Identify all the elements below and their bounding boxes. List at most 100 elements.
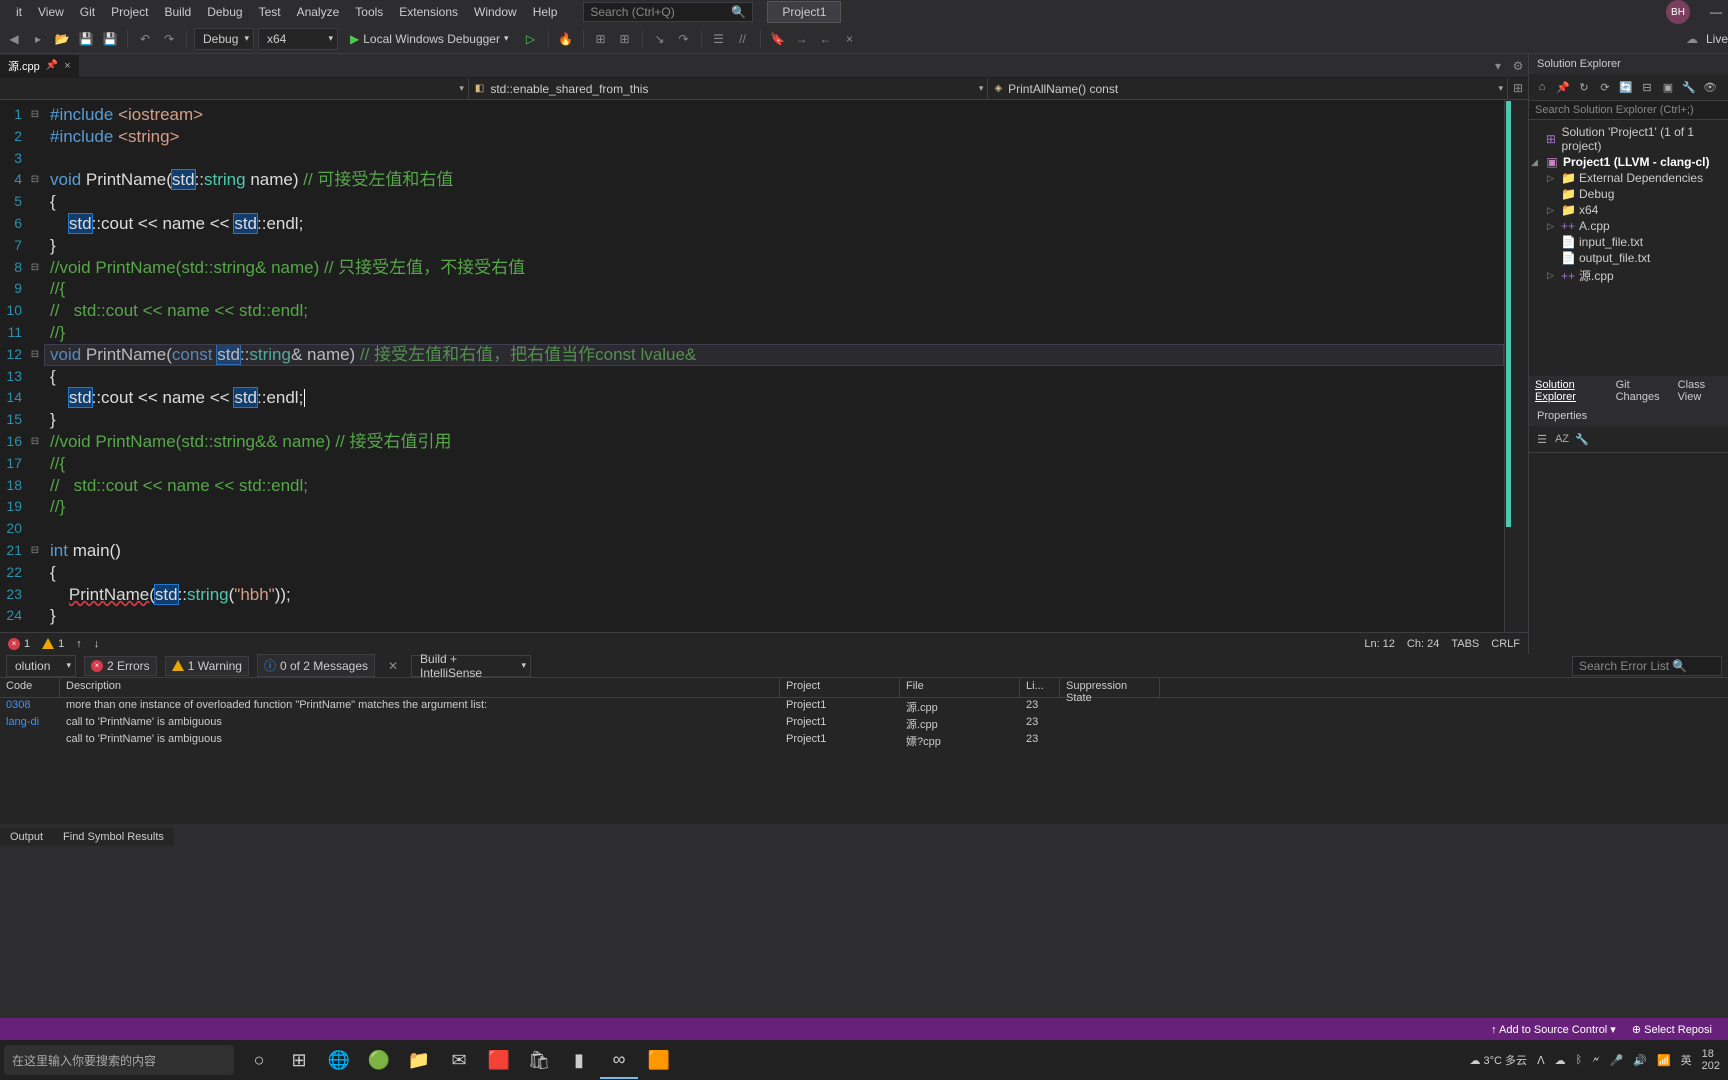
tree-node[interactable]: ▷📁External Dependencies <box>1531 170 1726 186</box>
menu-test[interactable]: Test <box>251 2 289 22</box>
solution-search[interactable]: Search Solution Explorer (Ctrl+;) <box>1529 101 1728 120</box>
tray-up-icon[interactable]: ᐱ <box>1537 1054 1545 1067</box>
weather-widget[interactable]: ☁ 3°C 多云 <box>1469 1052 1527 1068</box>
show-all-icon[interactable]: ▣ <box>1659 78 1677 96</box>
list-icon[interactable]: ☰ <box>709 29 729 49</box>
clock[interactable]: 18202 <box>1702 1048 1720 1072</box>
step-over-icon[interactable]: ↷ <box>674 29 694 49</box>
scrollbar-v[interactable] <box>1512 100 1528 632</box>
messages-badge[interactable]: ⓘ0 of 2 Messages <box>257 654 375 677</box>
save-icon[interactable]: 💾 <box>76 29 96 49</box>
close-tab-icon[interactable]: × <box>64 60 70 72</box>
nav-up-icon[interactable]: ↑ <box>76 638 82 650</box>
save-all-icon[interactable]: 💾 <box>100 29 120 49</box>
error-count[interactable]: ×1 <box>8 638 30 650</box>
start-debugging-button[interactable]: ▶ Local Windows Debugger ▾ <box>342 32 517 46</box>
side-tab[interactable]: Solution Explorer <box>1529 376 1610 406</box>
menu-it[interactable]: it <box>8 2 30 22</box>
errlist-col[interactable]: Description <box>60 678 780 697</box>
line-ending[interactable]: CRLF <box>1491 638 1520 650</box>
mail-icon[interactable]: ✉ <box>440 1041 478 1079</box>
errlist-col[interactable]: Suppression State <box>1060 678 1160 697</box>
properties-icon[interactable]: 🔧 <box>1680 78 1698 96</box>
project-selector[interactable]: Project1 <box>767 1 841 23</box>
platform-dropdown[interactable]: x64 <box>258 28 338 50</box>
toggle-icon[interactable]: ↻ <box>1575 78 1593 96</box>
undo-icon[interactable]: ↶ <box>135 29 155 49</box>
next-bookmark-icon[interactable]: → <box>792 29 812 49</box>
comment-icon[interactable]: // <box>733 29 753 49</box>
file-tab[interactable]: 源.cpp 📌 × <box>0 55 79 77</box>
menu-help[interactable]: Help <box>525 2 566 22</box>
errlist-col[interactable]: Project <box>780 678 900 697</box>
visualstudio-icon[interactable]: ∞ <box>600 1041 638 1079</box>
col-indicator[interactable]: Ch: 24 <box>1407 638 1439 650</box>
menu-analyze[interactable]: Analyze <box>289 2 348 22</box>
minimap[interactable] <box>1504 100 1512 632</box>
tree-node[interactable]: 📄input_file.txt <box>1531 234 1726 250</box>
edge-icon[interactable]: 🌐 <box>320 1041 358 1079</box>
battery-icon[interactable]: 🗲 <box>1592 1054 1599 1067</box>
explorer-icon[interactable]: 📁 <box>400 1041 438 1079</box>
add-source-control[interactable]: ↑ Add to Source Control ▾ <box>1483 1023 1624 1036</box>
scope-combo-3[interactable]: ◈PrintAllName() const <box>988 78 1508 99</box>
nav-back-icon[interactable]: ◀ <box>4 29 24 49</box>
errlist-scope-dropdown[interactable]: olution <box>6 655 76 677</box>
tab-settings-icon[interactable]: ⚙ <box>1508 56 1528 76</box>
errors-badge[interactable]: ×2 Errors <box>84 656 157 676</box>
menu-debug[interactable]: Debug <box>199 2 250 22</box>
tree-node[interactable]: 📄output_file.txt <box>1531 250 1726 266</box>
error-row[interactable]: call to 'PrintName' is ambiguousProject1… <box>0 732 1728 749</box>
menu-build[interactable]: Build <box>157 2 200 22</box>
code-editor[interactable]: 123456789101112131415161718192021222324 … <box>0 100 1528 632</box>
tree-node[interactable]: 📁Debug <box>1531 186 1726 202</box>
hot-reload-icon[interactable]: 🔥 <box>556 29 576 49</box>
error-row[interactable]: lang-dicall to 'PrintName' is ambiguousP… <box>0 715 1728 732</box>
scope-combo-2[interactable]: ◧std::enable_shared_from_this <box>469 78 989 99</box>
step-into-icon[interactable]: ↘ <box>650 29 670 49</box>
az-icon[interactable]: AZ <box>1553 430 1571 448</box>
home-icon[interactable]: ⌂ <box>1533 78 1551 96</box>
split-icon[interactable]: ⊞ <box>1508 78 1528 98</box>
wifi-icon[interactable]: 📶 <box>1657 1054 1671 1067</box>
side-tab[interactable]: Git Changes <box>1610 376 1672 406</box>
error-row[interactable]: 0308more than one instance of overloaded… <box>0 698 1728 715</box>
powerpoint-icon[interactable]: 🟧 <box>640 1041 678 1079</box>
cat-icon[interactable]: ☰ <box>1533 430 1551 448</box>
errlist-col[interactable]: Li... <box>1020 678 1060 697</box>
tree-node[interactable]: ▷++源.cpp <box>1531 266 1726 285</box>
terminal-icon[interactable]: ▮ <box>560 1041 598 1079</box>
collapse-icon[interactable]: ⊟ <box>1638 78 1656 96</box>
minimize-button[interactable]: — <box>1704 5 1728 19</box>
live-share-label[interactable]: Live <box>1706 32 1728 46</box>
chrome-icon[interactable]: 🟢 <box>360 1041 398 1079</box>
volume-icon[interactable]: 🔊 <box>1633 1054 1647 1067</box>
select-repo[interactable]: ⊕ Select Reposi <box>1624 1023 1720 1036</box>
office-icon[interactable]: 🟥 <box>480 1041 518 1079</box>
bookmark-icon[interactable]: 🔖 <box>768 29 788 49</box>
side-tab[interactable]: Class View <box>1672 376 1728 406</box>
line-indicator[interactable]: Ln: 12 <box>1364 638 1395 650</box>
pin-icon[interactable]: 📌 <box>46 60 58 71</box>
errlist-col[interactable]: Code <box>0 678 60 697</box>
sync-icon[interactable]: ⟳ <box>1596 78 1614 96</box>
preview-icon[interactable]: 👁 <box>1701 78 1719 96</box>
wrench-icon[interactable]: 🔧 <box>1573 430 1591 448</box>
menu-extensions[interactable]: Extensions <box>391 2 466 22</box>
prev-bookmark-icon[interactable]: ← <box>816 29 836 49</box>
menu-view[interactable]: View <box>30 2 72 22</box>
indent-mode[interactable]: TABS <box>1451 638 1479 650</box>
clear-bookmark-icon[interactable]: × <box>840 29 860 49</box>
warnings-badge[interactable]: 1 Warning <box>165 656 249 676</box>
menu-window[interactable]: Window <box>466 2 525 22</box>
cortana-icon[interactable]: ○ <box>240 1041 278 1079</box>
bottom-tab[interactable]: Find Symbol Results <box>53 828 174 846</box>
start-no-debug-icon[interactable]: ▷ <box>521 29 541 49</box>
errlist-search[interactable]: Search Error List 🔍 <box>1572 656 1722 676</box>
refresh-icon[interactable]: 🔄 <box>1617 78 1635 96</box>
warning-count[interactable]: 1 <box>42 638 64 650</box>
menu-tools[interactable]: Tools <box>347 2 391 22</box>
menu-git[interactable]: Git <box>72 2 103 22</box>
tree-node[interactable]: ▷📁x64 <box>1531 202 1726 218</box>
bluetooth-icon[interactable]: ᛒ <box>1576 1054 1583 1066</box>
